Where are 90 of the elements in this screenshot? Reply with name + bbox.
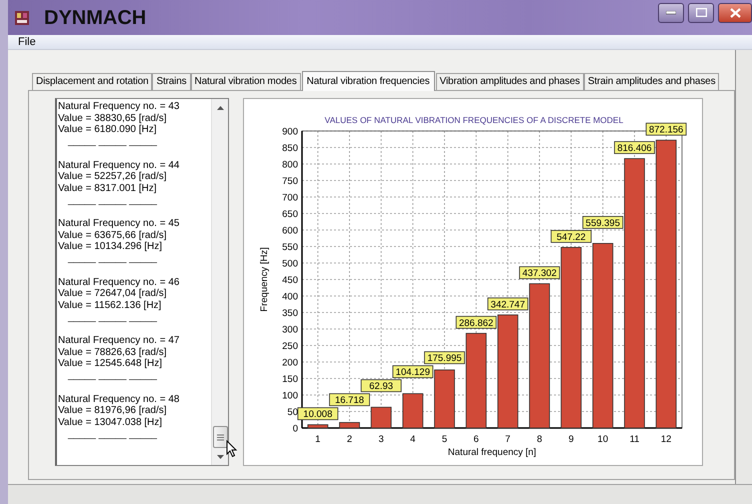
list-text: Value = 8317.001 [Hz] [58,182,158,195]
value-label: 342.747 [487,298,528,310]
y-tick-label: 250 [282,341,298,352]
value-label: 286.862 [456,316,497,329]
separator-text: _____ _____ _____ [68,370,157,382]
y-tick-label: 600 [282,226,298,236]
x-tick-label: 6 [474,434,479,445]
y-tick-label: 450 [282,275,298,286]
x-tick-label: 12 [660,434,672,445]
chart-title: VALUES OF NATURAL VIBRATION FREQUENCIES OF A DISCRETE MODEL [324,115,624,125]
scrollbar[interactable] [211,99,228,465]
tab[interactable]: Natural vibration modes [190,73,301,90]
list-text: Value = 81976,96 [rad/s] [58,405,168,417]
value-label: 437.302 [519,266,560,280]
list-text: Natural Frequency no. = 48 [58,394,180,406]
scrollbar-thumb[interactable] [212,426,228,448]
separator-text: _____ _____ _____ [68,428,157,440]
y-tick-label: 800 [282,160,298,170]
x-axis-title: Natural frequency [n] [448,447,536,458]
value-label: 872.156 [646,122,687,136]
list-text: Natural Frequency no. = 45 [58,218,180,230]
x-tick-label: 3 [378,434,384,445]
y-tick-label: 200 [282,358,298,368]
x-tick-label: 9 [568,434,574,445]
list-text: Natural Frequency no. = 46 [58,276,180,288]
value-label: 62.93 [360,379,402,392]
value-label: 10.008 [297,407,338,420]
list-text: Value = 12545.648 [Hz] [58,358,164,370]
y-tick-label: 850 [282,143,298,154]
list-text: Natural Frequency no. = 47 [58,335,180,347]
list-text: Value = 52257,26 [rad/s] [58,171,168,183]
x-tick-label: 11 [630,434,640,445]
y-tick-label: 550 [282,242,298,253]
close-button[interactable] [718,2,752,22]
list-text: Value = 38830,65 [rad/s] [58,112,168,124]
y-axis-title: Frequency [Hz] [259,247,270,312]
list-text: Value = 13047.038 [Hz] [58,416,164,429]
maximize-icon [696,8,706,17]
app-icon [14,10,30,26]
x-tick-label: 2 [346,434,352,445]
list-text: Value = 6180.090 [Hz] [58,124,158,136]
list-text: Natural Frequency no. = 44 [58,160,180,172]
scroll-up-icon[interactable] [216,105,224,111]
x-tick-label: 1 [315,434,320,445]
separator-text: _____ _____ _____ [68,312,157,323]
value-label: 104.129 [392,365,434,378]
y-tick-label: 50 [287,407,298,418]
separator-text: _____ _____ _____ [68,253,157,264]
y-tick-label: 100 [282,390,298,402]
separator-text: _____ _____ _____ [68,136,157,148]
y-tick-label: 0 [292,424,298,434]
value-label: 547.22 [550,230,592,243]
minimize-icon [666,10,676,14]
x-tick-label: 8 [536,434,542,445]
tab[interactable]: Vibration amplitudes and phases [436,73,584,90]
list-text: Value = 72647,04 [rad/s] [58,288,168,300]
y-tick-label: 900 [282,126,298,138]
x-tick-label: 4 [410,434,416,445]
y-tick-label: 700 [282,192,298,204]
close-icon [730,8,740,18]
list-text: Value = 78826,63 [rad/s] [58,346,168,358]
maximize-button[interactable] [688,2,714,22]
y-tick-label: 650 [282,209,298,220]
grip-icon [216,434,224,440]
x-tick-label: 10 [598,434,608,445]
list-text: Value = 11562.136 [Hz] [58,300,162,312]
tab[interactable]: Strains [152,73,191,90]
tab[interactable]: Displacement and rotation [32,73,152,90]
tab[interactable]: Natural vibration frequencies [302,71,435,91]
list-text: Value = 10134.296 [Hz] [58,241,164,254]
scroll-down-icon[interactable] [216,454,224,460]
window-title: DYNMACH [44,6,146,30]
y-tick-label: 400 [282,292,298,302]
value-label: 559.395 [582,216,624,229]
separator-text: _____ _____ _____ [68,194,157,206]
x-tick-label: 5 [442,434,448,445]
value-label: 16.718 [329,393,370,406]
y-tick-label: 750 [282,176,298,187]
y-tick-label: 300 [282,324,298,336]
menu-item[interactable]: File [18,36,36,48]
tab[interactable]: Strain amplitudes and phases [584,73,720,90]
y-tick-label: 500 [282,258,298,270]
value-label: 816.406 [614,141,655,154]
minimize-button[interactable] [658,2,684,22]
value-label: 175.995 [424,351,465,364]
y-tick-label: 350 [282,308,298,319]
x-tick-label: 7 [505,434,510,445]
list-text: Natural Frequency no. = 43 [58,101,180,113]
y-tick-label: 150 [282,374,298,385]
list-text: Value = 63675,66 [rad/s] [58,230,168,242]
